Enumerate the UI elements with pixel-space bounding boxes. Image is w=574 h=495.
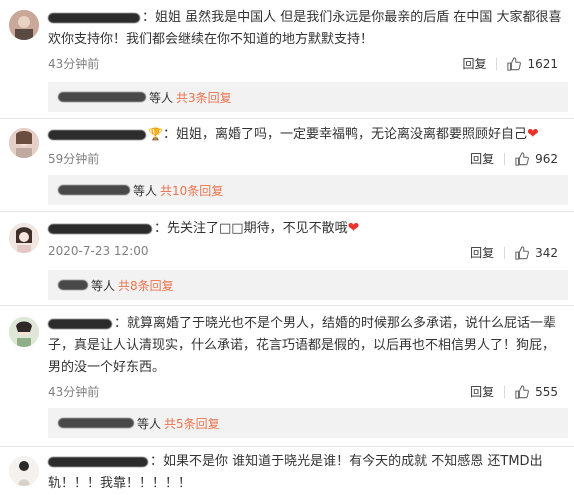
like-count: 555 [535,384,558,399]
red-heart-icon: ❤ [347,220,360,236]
comment-actions: 回复 342 [470,244,558,261]
comment-time: 59分钟前 [48,152,100,166]
comment-text: ：如果不是你 谁知道于晓光是谁！有今天的成就 不知感恩 还TMD出轨！！！我靠！… [48,454,543,491]
view-replies-link[interactable]: 共10条回复 [160,182,223,199]
avatar[interactable] [9,10,39,40]
like-button[interactable]: 555 [515,385,558,399]
red-heart-icon: ❤ [526,126,539,142]
reply-button[interactable]: 回复 [470,150,494,167]
sub-people-label: 等人 [137,416,162,431]
view-replies-link[interactable]: 共5条回复 [164,415,220,432]
username-blurred[interactable] [48,456,148,467]
avatar[interactable] [9,456,39,486]
comment-time: 43分钟前 [48,57,100,71]
username-blurred[interactable] [48,223,152,234]
comment-actions: 回复 555 [470,383,558,400]
reply-button[interactable]: 回复 [470,244,494,261]
sub-usernames-blurred [58,418,134,428]
comment-divider [0,211,574,212]
avatar[interactable] [9,223,39,253]
divider [504,385,506,398]
username-blurred[interactable] [48,12,140,23]
reply-button[interactable]: 回复 [470,383,494,400]
reply-button[interactable]: 回复 [462,55,486,72]
divider [504,152,506,165]
sub-usernames-blurred [58,280,88,290]
like-count: 962 [535,151,558,166]
thumbs-up-icon [507,56,522,71]
thumbs-up-icon [515,151,530,166]
avatar[interactable] [9,128,39,158]
avatar[interactable] [9,317,39,347]
sub-replies: 等人 共10条回复 [48,175,568,205]
sub-people-label: 等人 [149,90,174,105]
sub-usernames-blurred [58,185,130,195]
like-button[interactable]: 342 [515,246,558,260]
thumbs-up-icon [515,245,530,260]
comment-text: ：先关注了□□期待，不见不散哦❤ [48,217,564,240]
like-count: 1621 [527,56,558,71]
comment-text: ：就算离婚了于晓光也不是个男人，结婚的时候那么多承诺，说什么屁话一辈子，真是让人… [48,316,557,375]
divider [504,246,506,259]
username-blurred[interactable] [48,129,146,140]
divider [496,57,498,70]
trophy-icon: 🏆 [148,127,163,141]
sub-people-label: 等人 [91,278,116,293]
comment-time: 43分钟前 [48,385,100,399]
comment-text: ：姐姐 虽然我是中国人 但是我们永远是你最亲的后盾 在中国 大家都很喜欢你支持你… [48,10,562,47]
view-replies-link[interactable]: 共3条回复 [176,89,232,106]
comment-divider [0,118,574,119]
comment-actions: 回复 962 [470,150,558,167]
sub-people-label: 等人 [133,183,158,198]
comment-divider [0,446,574,447]
sub-replies: 等人 共3条回复 [48,82,568,112]
like-button[interactable]: 1621 [507,57,558,71]
like-button[interactable]: 962 [515,152,558,166]
sub-usernames-blurred [58,92,146,102]
comment-time: 2020-7-23 12:00 [48,244,149,258]
like-count: 342 [535,245,558,260]
thumbs-up-icon [515,384,530,399]
comment-text: 🏆：姐姐，离婚了吗，一定要幸福鸭，无论离没离都要照顾好自己❤ [48,123,564,146]
comment-actions: 回复 1621 [462,55,558,72]
comment-divider [0,305,574,306]
sub-replies: 等人 共5条回复 [48,408,568,438]
view-replies-link[interactable]: 共8条回复 [118,277,174,294]
sub-replies: 等人 共8条回复 [48,270,568,300]
username-blurred[interactable] [48,318,112,329]
